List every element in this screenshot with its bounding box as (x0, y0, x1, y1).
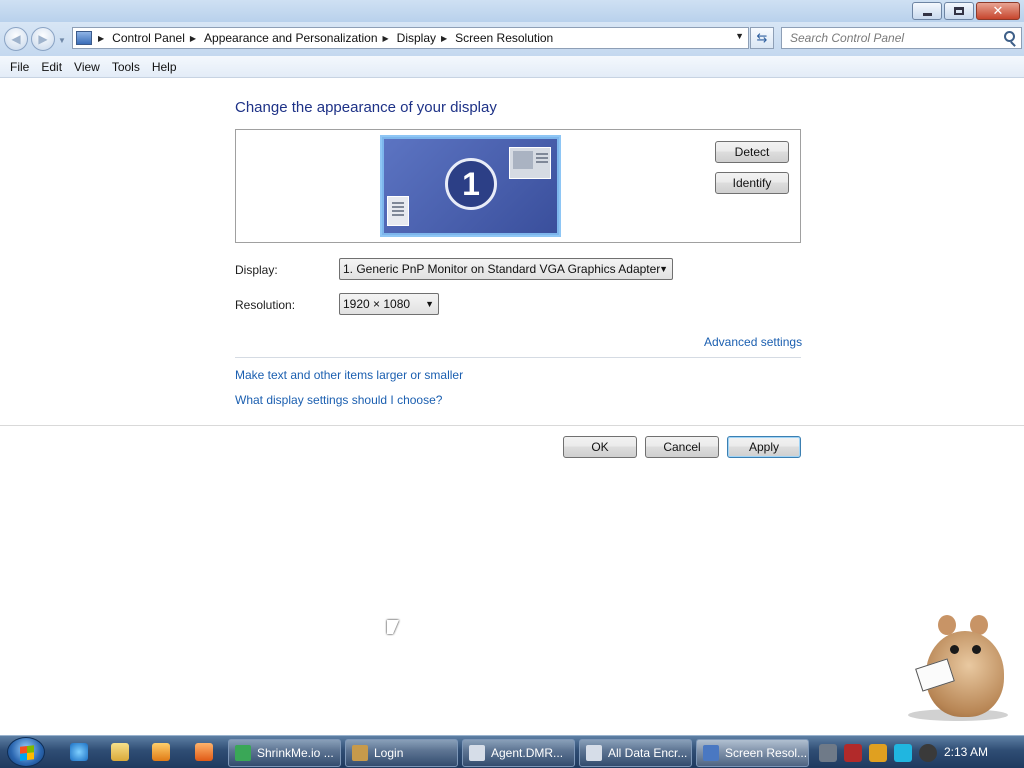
page-title: Change the appearance of your display (235, 99, 497, 116)
display-select[interactable]: 1. Generic PnP Monitor on Standard VGA G… (339, 258, 673, 280)
text-size-link[interactable]: Make text and other items larger or smal… (235, 368, 463, 382)
close-button[interactable]: ✕ (976, 2, 1020, 20)
taskbar-item-screen-resolution[interactable]: Screen Resol... (696, 739, 809, 767)
taskbar-item-label: Login (374, 746, 404, 760)
taskbar-item-all-data[interactable]: All Data Encr... (579, 739, 692, 767)
menu-view[interactable]: View (68, 57, 106, 77)
search-box (781, 27, 1022, 49)
detect-button[interactable]: Detect (715, 141, 789, 163)
control-panel-icon (76, 31, 92, 45)
taskbar-item-shrinkme[interactable]: ShrinkMe.io ... (228, 739, 341, 767)
breadcrumb-chevron-icon[interactable]: ▶ (383, 34, 389, 43)
internet-explorer-pin[interactable] (66, 740, 92, 764)
taskbar-item-login[interactable]: Login (345, 739, 458, 767)
breadcrumb-screen-resolution[interactable]: Screen Resolution (455, 31, 553, 45)
window-titlebar: ✕ (0, 0, 1024, 22)
minimize-button[interactable] (912, 2, 942, 20)
taskbar-item-label: Agent.DMR... (491, 746, 564, 760)
display-icon (703, 745, 719, 761)
monitor-window-icon (509, 147, 551, 179)
taskbar-clock[interactable]: 2:13 AM (944, 736, 988, 768)
taskbar-item-label: Screen Resol... (725, 746, 808, 760)
taskbar: ShrinkMe.io ... Login Agent.DMR... All D… (0, 735, 1024, 768)
resolution-select-value: 1920 × 1080 (343, 297, 411, 311)
search-input[interactable] (790, 28, 1000, 48)
chrome-icon (235, 745, 251, 761)
monitor-computer-icon (387, 196, 409, 226)
restore-icon (954, 7, 964, 15)
cancel-button[interactable]: Cancel (645, 436, 719, 458)
app-icon (352, 745, 368, 761)
chevron-down-icon: ▼ (425, 299, 434, 309)
hamster-desktop-toy[interactable] (908, 613, 1008, 721)
address-bar[interactable]: ▶ Control Panel ▶ Appearance and Persona… (72, 27, 749, 49)
display-label: Display: (235, 263, 278, 277)
search-tool-icon[interactable] (869, 744, 887, 762)
window-icon (586, 745, 602, 761)
security-icon[interactable] (844, 744, 862, 762)
minimize-icon (922, 12, 932, 16)
section-divider (235, 357, 801, 358)
resolution-select[interactable]: 1920 × 1080 ▼ (339, 293, 439, 315)
media-player-icon (152, 743, 170, 761)
explorer-pin[interactable] (107, 740, 133, 764)
restore-button[interactable] (944, 2, 974, 20)
hamster-eye (972, 645, 981, 654)
start-button[interactable] (7, 737, 45, 767)
taskbar-item-label: All Data Encr... (608, 746, 688, 760)
forward-arrow-icon: ▶ (38, 32, 48, 46)
main-content: Change the appearance of your display 1 … (0, 78, 1024, 735)
close-icon: ✕ (992, 3, 1004, 19)
apply-button[interactable]: Apply (727, 436, 801, 458)
volume-icon[interactable] (919, 744, 937, 762)
media-player-pin[interactable] (148, 740, 174, 764)
breadcrumb-appearance[interactable]: Appearance and Personalization (204, 31, 377, 45)
breadcrumb-chevron-icon[interactable]: ▶ (98, 34, 104, 43)
forward-button[interactable]: ▶ (31, 27, 55, 51)
display-preview-panel: 1 Detect Identify (235, 129, 801, 243)
network-icon[interactable] (819, 744, 837, 762)
menu-file[interactable]: File (4, 57, 35, 77)
recent-pages-dropdown-icon[interactable]: ▼ (58, 36, 66, 45)
breadcrumb-chevron-icon[interactable]: ▶ (190, 34, 196, 43)
taskbar-item-agent[interactable]: Agent.DMR... (462, 739, 575, 767)
footer-divider (0, 425, 1024, 426)
breadcrumb-chevron-icon[interactable]: ▶ (441, 34, 447, 43)
folder-icon (111, 743, 129, 761)
menu-bar: File Edit View Tools Help (0, 56, 1024, 78)
resolution-label: Resolution: (235, 298, 296, 312)
identify-button[interactable]: Identify (715, 172, 789, 194)
display-settings-help-link[interactable]: What display settings should I choose? (235, 393, 442, 407)
address-dropdown-icon[interactable]: ▼ (735, 31, 744, 41)
monitor-number-badge: 1 (445, 158, 497, 210)
refresh-icon: ⇆ (756, 30, 768, 45)
chevron-down-icon: ▼ (659, 264, 668, 274)
mouse-cursor-icon (387, 620, 399, 634)
system-tray (812, 739, 1024, 767)
ok-button[interactable]: OK (563, 436, 637, 458)
back-button[interactable]: ◀ (4, 27, 28, 51)
monitor-tray-icon[interactable] (894, 744, 912, 762)
window-icon (469, 745, 485, 761)
search-icon[interactable] (1004, 31, 1015, 42)
app-icon (195, 743, 213, 761)
monitor-1-thumbnail[interactable]: 1 (380, 135, 561, 237)
hamster-eye (950, 645, 959, 654)
breadcrumb-control-panel[interactable]: Control Panel (112, 31, 185, 45)
advanced-settings-link[interactable]: Advanced settings (704, 335, 802, 349)
internet-explorer-icon (70, 743, 88, 761)
window-controls: ✕ (912, 2, 1020, 20)
back-arrow-icon: ◀ (11, 32, 21, 46)
app-pin[interactable] (191, 740, 217, 764)
monitor-screen: 1 (384, 139, 557, 233)
breadcrumb-display[interactable]: Display (397, 31, 436, 45)
refresh-button[interactable]: ⇆ (750, 27, 774, 49)
taskbar-item-label: ShrinkMe.io ... (257, 746, 334, 760)
display-select-value: 1. Generic PnP Monitor on Standard VGA G… (343, 262, 661, 276)
menu-tools[interactable]: Tools (106, 57, 146, 77)
windows-logo-icon (20, 745, 34, 761)
menu-help[interactable]: Help (146, 57, 183, 77)
menu-edit[interactable]: Edit (35, 57, 68, 77)
